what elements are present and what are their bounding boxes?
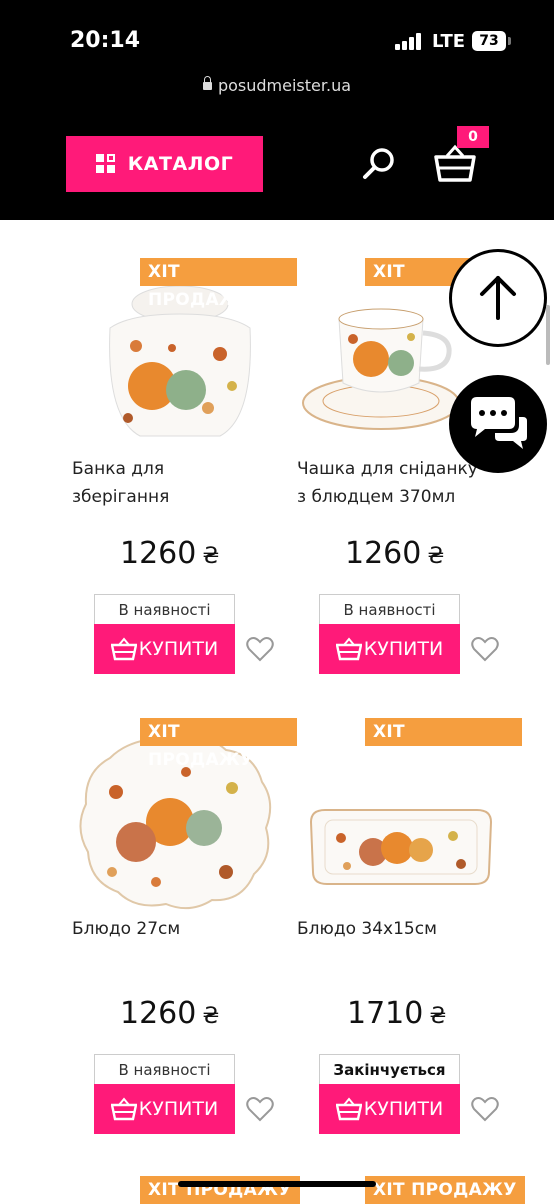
heart-icon[interactable] — [471, 636, 499, 662]
cart-icon — [335, 637, 362, 661]
buy-button[interactable]: КУПИТИ — [319, 624, 460, 674]
bestseller-badge: ХІТ ПРОДАЖУ — [140, 718, 297, 770]
battery-icon: 73 — [472, 31, 506, 51]
scroll-top-button[interactable] — [449, 249, 547, 347]
network-label: LTE — [432, 31, 466, 52]
stock-status: Закінчується — [319, 1054, 460, 1084]
arrow-up-icon — [480, 276, 516, 320]
status-time: 20:14 — [70, 28, 141, 53]
buy-button[interactable]: КУПИТИ — [319, 1084, 460, 1134]
product-title[interactable]: Банка для — [72, 455, 164, 483]
buy-button[interactable]: КУПИТИ — [94, 624, 235, 674]
chat-button[interactable] — [449, 375, 547, 473]
stock-status: В наявності — [319, 594, 460, 624]
product-title-line2[interactable]: зберігання — [72, 483, 169, 511]
price-value: 1710 — [347, 996, 424, 1031]
chat-icon — [471, 397, 527, 449]
product-title[interactable]: Блюдо 27см — [72, 915, 180, 943]
cart-icon — [335, 1097, 362, 1121]
url-text: posudmeister.ua — [217, 76, 352, 95]
price-currency: ₴ — [202, 1004, 220, 1029]
product-price: 1260 ₴ — [120, 996, 219, 1031]
heart-icon[interactable] — [246, 636, 274, 662]
cart-icon — [110, 637, 137, 661]
home-indicator[interactable] — [178, 1181, 376, 1187]
bestseller-badge: ХІТ ПРОДАЖУ — [140, 258, 297, 310]
buy-label: КУПИТИ — [138, 1098, 219, 1120]
buy-label: КУПИТИ — [363, 1098, 444, 1120]
product-price: 1260 ₴ — [120, 536, 219, 571]
top-bar: 20:14 LTE 73 posudmeister.ua КАТАЛОГ 0 — [0, 0, 554, 220]
url-bar[interactable]: posudmeister.ua — [0, 76, 554, 95]
price-currency: ₴ — [202, 544, 220, 569]
stock-status: В наявності — [94, 594, 235, 624]
price-value: 1260 — [120, 996, 197, 1031]
product-title[interactable]: Блюдо 34х15см — [297, 915, 437, 943]
product-price: 1260 ₴ — [345, 536, 444, 571]
cart-count-badge: 0 — [457, 126, 489, 148]
catalog-button[interactable]: КАТАЛОГ — [66, 136, 263, 192]
bestseller-badge: ХІТ ПРОДАЖУ — [365, 718, 522, 770]
product-image-tray[interactable] — [301, 758, 501, 938]
buy-label: КУПИТИ — [363, 638, 444, 660]
search-icon[interactable] — [362, 146, 398, 182]
product-price: 1710 ₴ — [347, 996, 446, 1031]
buy-label: КУПИТИ — [138, 638, 219, 660]
scrollbar[interactable] — [546, 305, 550, 365]
signal-icon — [395, 32, 425, 50]
price-value: 1260 — [120, 536, 197, 571]
product-title-line2[interactable]: з блюдцем 370мл — [297, 483, 455, 511]
heart-icon[interactable] — [246, 1096, 274, 1122]
price-value: 1260 — [345, 536, 422, 571]
heart-icon[interactable] — [471, 1096, 499, 1122]
price-currency: ₴ — [429, 1004, 447, 1029]
buy-button[interactable]: КУПИТИ — [94, 1084, 235, 1134]
stock-status: В наявності — [94, 1054, 235, 1084]
cart-icon — [110, 1097, 137, 1121]
battery-tip — [508, 37, 511, 45]
lock-icon — [202, 76, 212, 90]
catalog-label: КАТАЛОГ — [127, 153, 234, 175]
price-currency: ₴ — [427, 544, 445, 569]
basket-icon[interactable] — [433, 144, 477, 184]
grid-icon — [95, 154, 116, 174]
